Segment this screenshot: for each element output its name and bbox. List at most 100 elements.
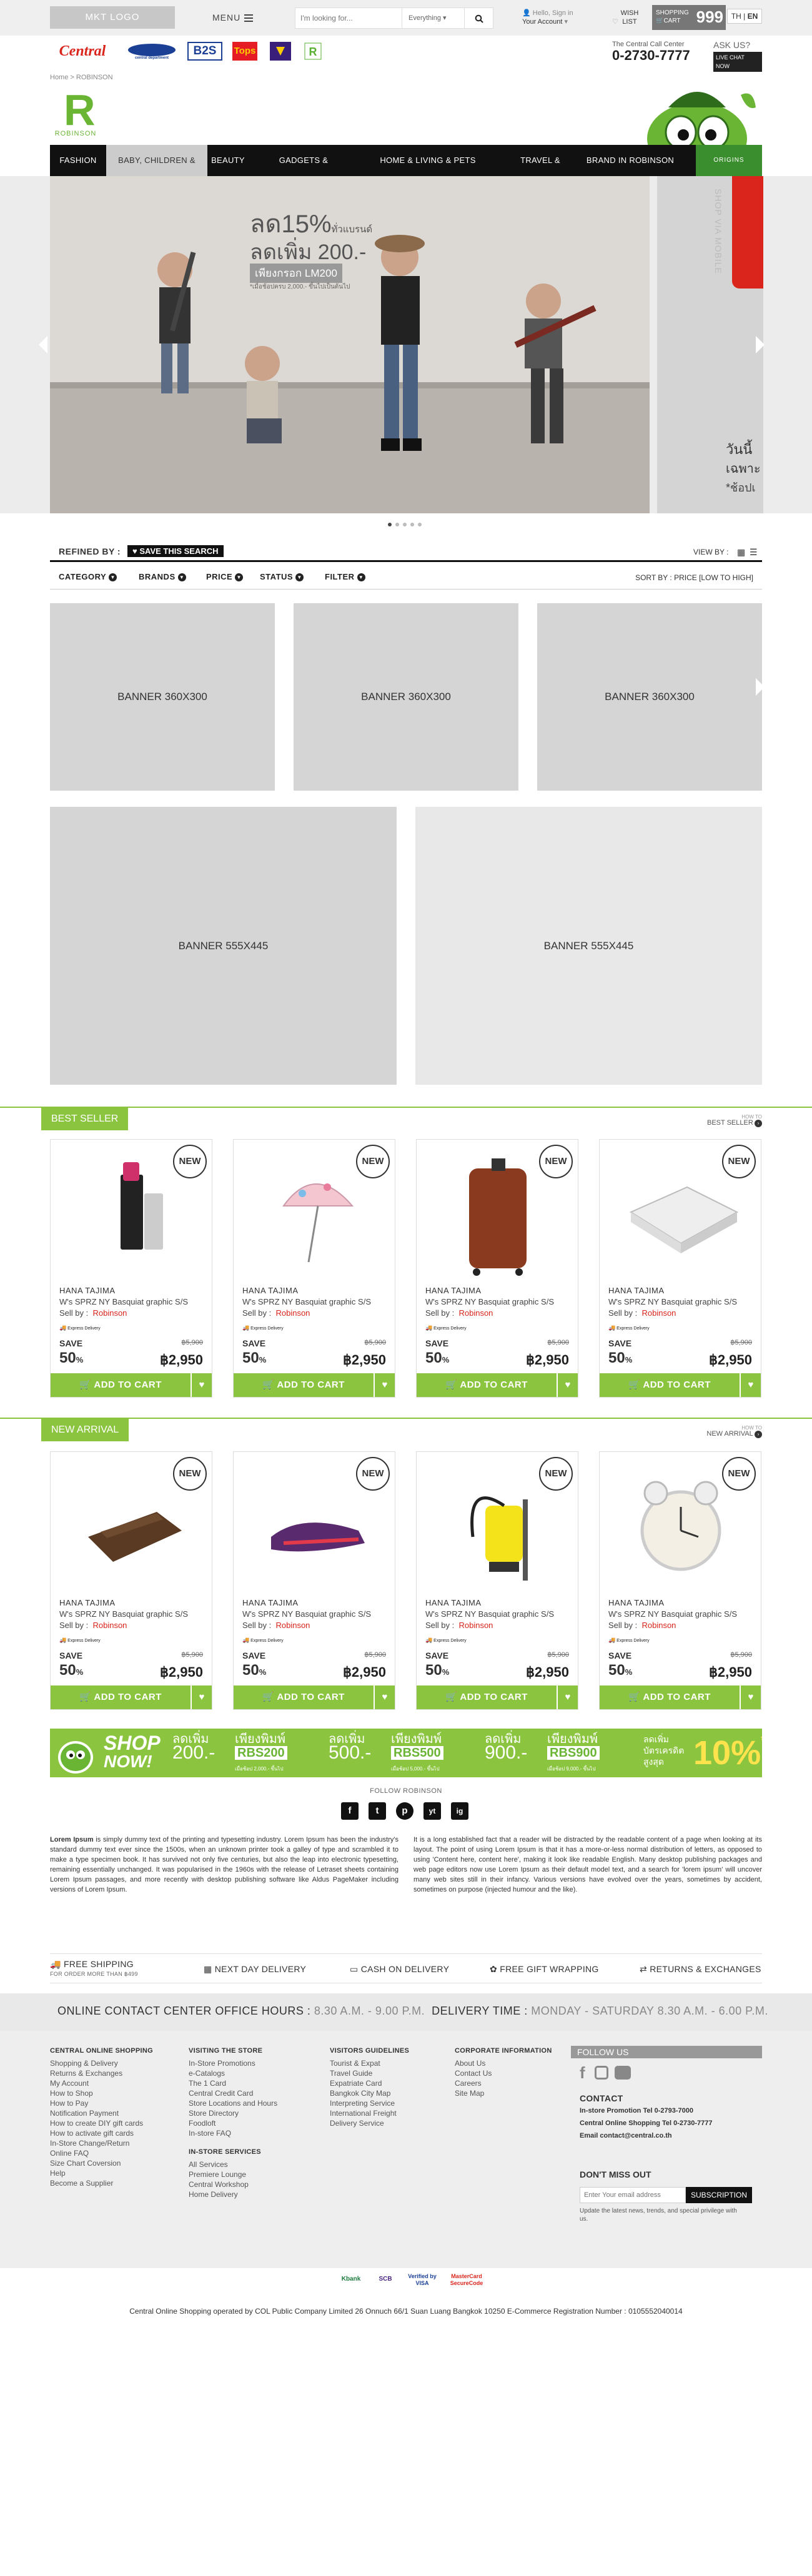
product-name[interactable]: W's SPRZ NY Basquiat graphic S/S [425, 1609, 554, 1619]
youtube-icon[interactable]: yt [423, 1802, 441, 1820]
nav-brand-in-robinson[interactable]: BRAND IN ROBINSON [583, 145, 677, 176]
hero-banner[interactable]: ลด15%ทั่วแบรนด์ ลดเพิ่ม 200.- เพียงกรอก … [50, 176, 650, 513]
footer-link[interactable]: Site Map [455, 2088, 552, 2098]
footer-link[interactable]: Premiere Lounge [189, 2169, 277, 2179]
hero-dot-5[interactable] [418, 523, 422, 526]
product-name[interactable]: W's SPRZ NY Basquiat graphic S/S [608, 1609, 737, 1619]
product-name[interactable]: W's SPRZ NY Basquiat graphic S/S [608, 1297, 737, 1306]
search-button[interactable] [464, 8, 493, 28]
footer-link[interactable]: Size Chart Coversion [50, 2158, 153, 2168]
hero-dot-4[interactable] [410, 523, 414, 526]
filter-category[interactable]: CATEGORY ▼ [59, 572, 117, 582]
add-to-wishlist-button[interactable]: ♥ [375, 1685, 395, 1709]
service-next-day[interactable]: ▦ NEXT DAY DELIVERY [204, 1964, 306, 1975]
robinson-logo[interactable]: R ROBINSON [50, 86, 101, 140]
footer-link[interactable]: Foodloft [189, 2118, 277, 2128]
add-to-wishlist-button[interactable]: ♥ [558, 1685, 578, 1709]
newsletter-email-input[interactable] [580, 2187, 686, 2203]
footer-youtube-icon[interactable] [615, 2066, 631, 2080]
footer-link[interactable]: How to activate gift cards [50, 2128, 153, 2138]
add-to-cart-button[interactable]: 🛒 ADD TO CART [51, 1373, 191, 1397]
nav-travel-lifestyle[interactable]: TRAVEL & LIFESTYLE [497, 145, 583, 196]
footer-link[interactable]: Shopping & Delivery [50, 2058, 153, 2068]
product-brand[interactable]: HANA TAJIMA [59, 1598, 116, 1607]
add-to-wishlist-button[interactable]: ♥ [375, 1373, 395, 1397]
product-brand[interactable]: HANA TAJIMA [242, 1286, 299, 1295]
brand-robinson[interactable]: R [302, 42, 324, 61]
footer-link[interactable]: Central Workshop [189, 2179, 277, 2189]
hero-dot-2[interactable] [395, 523, 399, 526]
add-to-wishlist-button[interactable]: ♥ [192, 1685, 212, 1709]
footer-link[interactable]: Online FAQ [50, 2148, 153, 2158]
search-category-select[interactable]: Everything ▾ [402, 8, 458, 28]
add-to-cart-button[interactable]: 🛒 ADD TO CART [600, 1685, 740, 1709]
wishlist-link[interactable]: ♡ WISH LIST [612, 9, 639, 26]
add-to-cart-button[interactable]: 🛒 ADD TO CART [417, 1373, 557, 1397]
list-view-icon[interactable]: ☰ [750, 547, 758, 558]
filter-filter[interactable]: FILTER ▼ [325, 572, 365, 582]
brand-central[interactable]: Central [50, 42, 115, 61]
service-returns[interactable]: ⇄ RETURNS & EXCHANGES [640, 1964, 761, 1975]
footer-link[interactable]: About Us [455, 2058, 552, 2068]
nav-baby-children-toys[interactable]: BABY, CHILDREN & TOYS [106, 145, 207, 196]
footer-link[interactable]: How to Shop [50, 2088, 153, 2098]
language-switch[interactable]: TH | EN [727, 9, 762, 24]
banner-next-arrow[interactable] [756, 678, 765, 696]
footer-link[interactable]: Returns & Exchanges [50, 2068, 153, 2078]
hero-prev-arrow[interactable] [39, 336, 47, 353]
save-search-button[interactable]: ♥ SAVE THIS SEARCH [127, 545, 224, 557]
product-card[interactable]: NEW HANA TAJIMA W's SPRZ NY Basquiat graph… [416, 1451, 578, 1710]
product-name[interactable]: W's SPRZ NY Basquiat graphic S/S [242, 1609, 371, 1619]
add-to-cart-button[interactable]: 🛒 ADD TO CART [417, 1685, 557, 1709]
footer-link[interactable]: e-Catalogs [189, 2068, 277, 2078]
add-to-wishlist-button[interactable]: ♥ [192, 1373, 212, 1397]
brand-b2s[interactable]: B2S [187, 42, 222, 61]
hero-next-arrow[interactable] [756, 336, 765, 353]
product-brand[interactable]: HANA TAJIMA [59, 1286, 116, 1295]
filter-status[interactable]: STATUS ▼ [260, 572, 304, 582]
side-banner[interactable]: SHOP VIA MOBILE วันนี้ เฉพาะ *ช้อปเ [657, 176, 763, 513]
nav-origins-logo[interactable]: ORIGINS [696, 145, 762, 176]
footer-link[interactable]: Notification Payment [50, 2108, 153, 2118]
menu-button[interactable]: MENU [212, 12, 254, 22]
footer-link[interactable]: Expatriate Card [330, 2078, 409, 2088]
filter-price[interactable]: PRICE ▼ [206, 572, 244, 582]
brand-central-department[interactable]: central department [126, 42, 177, 61]
add-to-cart-button[interactable]: 🛒 ADD TO CART [600, 1373, 740, 1397]
footer-link[interactable]: Become a Supplier [50, 2178, 153, 2188]
brand-supersports[interactable] [270, 42, 291, 61]
facebook-icon[interactable]: f [341, 1802, 359, 1820]
product-brand[interactable]: HANA TAJIMA [608, 1598, 665, 1607]
lang-th[interactable]: TH [731, 12, 741, 21]
ask-us[interactable]: ASK US? LIVE CHAT NOW [713, 41, 762, 72]
sort-by[interactable]: SORT BY : PRICE [LOW TO HIGH] [635, 573, 753, 582]
best-seller-link[interactable]: HOW TO BEST SELLER › [707, 1114, 762, 1127]
breadcrumb[interactable]: Home > ROBINSON [50, 74, 113, 81]
product-card[interactable]: NEW HANA TAJIMA W's SPRZ NY Basquiat graph… [599, 1139, 761, 1398]
footer-link[interactable]: Contact Us [455, 2068, 552, 2078]
footer-instagram-icon[interactable] [595, 2066, 608, 2080]
footer-link[interactable]: My Account [50, 2078, 153, 2088]
footer-link[interactable]: The 1 Card [189, 2078, 277, 2088]
hero-dot-3[interactable] [403, 523, 407, 526]
product-card[interactable]: NEW HANA TAJIMA W's SPRZ NY Basquiat graph… [416, 1139, 578, 1398]
new-arrival-link[interactable]: HOW TO NEW ARRIVAL › [706, 1425, 762, 1438]
add-to-cart-button[interactable]: 🛒 ADD TO CART [51, 1685, 191, 1709]
live-chat-button[interactable]: LIVE CHAT NOW [713, 52, 762, 72]
service-gift[interactable]: ✿ FREE GIFT WRAPPING [490, 1964, 599, 1975]
service-free-shipping[interactable]: 🚚 FREE SHIPPING FOR ORDER MORE THAN ฿499 [50, 1959, 138, 1978]
nav-home-living-pets[interactable]: HOME & LIVING & PETS SUPPLIES [359, 145, 497, 196]
banner-small-1[interactable]: BANNER 360X300 [50, 603, 275, 791]
product-card[interactable]: NEW HANA TAJIMA W's SPRZ NY Basquiat graph… [50, 1139, 212, 1398]
footer-facebook-icon[interactable]: f [580, 2063, 585, 2083]
footer-link[interactable]: All Services [189, 2159, 277, 2169]
account-menu[interactable]: 👤 Hello, Sign in Your Account ▾ [522, 9, 573, 26]
nav-fashion[interactable]: FASHION [50, 145, 106, 176]
banner-small-3[interactable]: BANNER 360X300 [537, 603, 762, 791]
product-name[interactable]: W's SPRZ NY Basquiat graphic S/S [425, 1297, 554, 1306]
add-to-cart-button[interactable]: 🛒 ADD TO CART [234, 1373, 374, 1397]
search-input[interactable] [300, 14, 394, 22]
twitter-icon[interactable]: t [369, 1802, 386, 1820]
footer-link[interactable]: In-Store Change/Return [50, 2138, 153, 2148]
product-card[interactable]: NEW HANA TAJIMA W's SPRZ NY Basquiat graph… [50, 1451, 212, 1710]
